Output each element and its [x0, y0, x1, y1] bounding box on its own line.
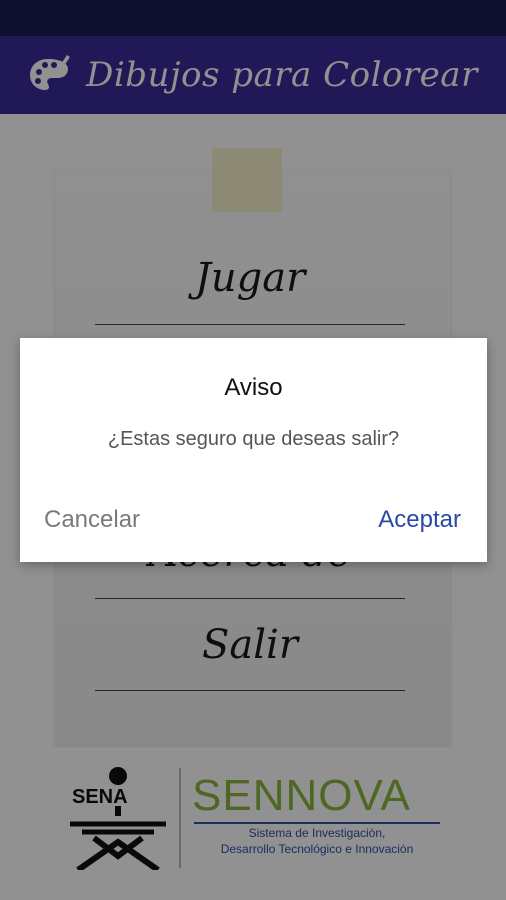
- dialog-title: Aviso: [224, 374, 283, 401]
- cancel-button[interactable]: Cancelar: [44, 506, 140, 534]
- dialog-message: ¿Estas seguro que deseas salir?: [107, 428, 400, 450]
- exit-confirm-dialog: Aviso ¿Estas seguro que deseas salir? Ca…: [20, 338, 487, 562]
- accept-button[interactable]: Aceptar: [378, 506, 461, 534]
